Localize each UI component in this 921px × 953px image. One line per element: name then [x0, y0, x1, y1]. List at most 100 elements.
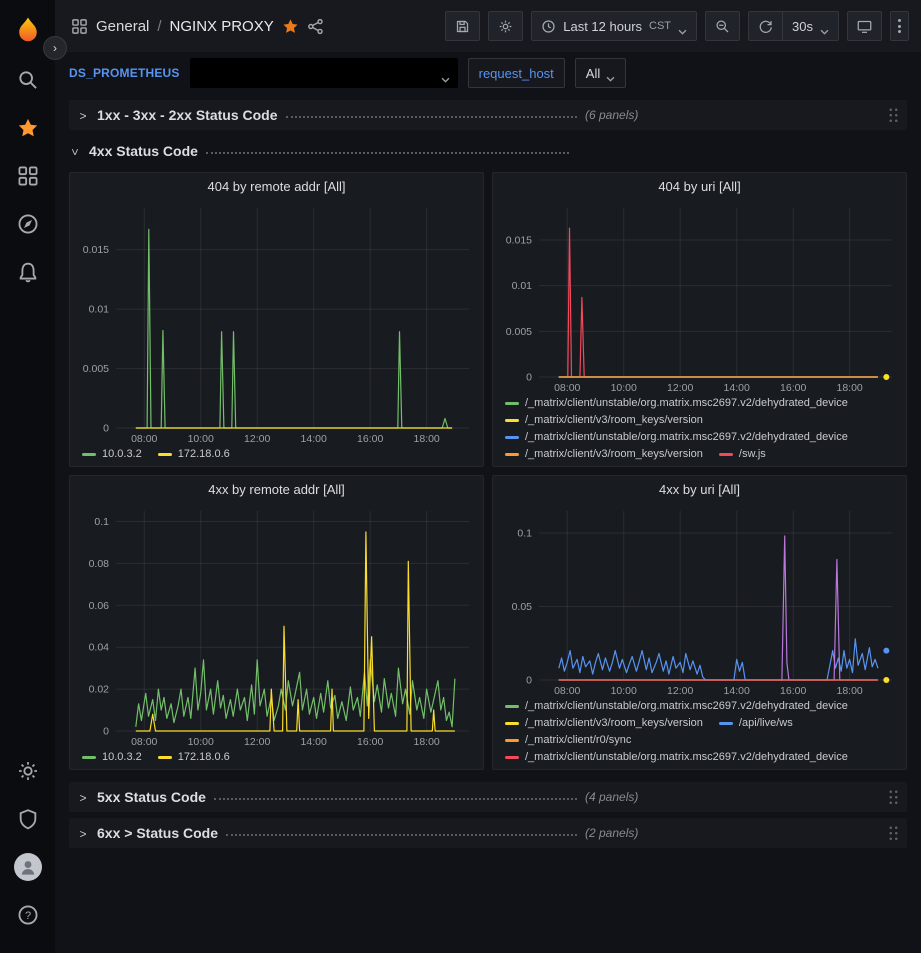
grafana-app: › — [0, 0, 921, 953]
row-panel-count: (2 panels) — [585, 826, 638, 840]
series-color-swatch — [505, 756, 519, 759]
zoom-out-button[interactable] — [705, 11, 740, 41]
svg-text:10:00: 10:00 — [611, 685, 637, 697]
panel-title[interactable]: 4xx by uri [All] — [493, 476, 906, 503]
series-color-swatch — [505, 722, 519, 725]
svg-text:0.05: 0.05 — [512, 601, 533, 613]
row-dotted-leader — [206, 152, 569, 154]
panel-title[interactable]: 404 by remote addr [All] — [70, 173, 483, 200]
panel-legend: /_matrix/client/unstable/org.matrix.msc2… — [493, 698, 906, 769]
breadcrumb-dashboard-title[interactable]: NGINX PROXY — [170, 18, 274, 35]
legend-item[interactable]: /_matrix/client/v3/room_keys/version — [505, 448, 703, 460]
legend-item[interactable]: /_matrix/client/unstable/org.matrix.msc2… — [505, 700, 848, 712]
legend-label: /_matrix/client/unstable/org.matrix.msc2… — [525, 397, 848, 409]
save-dashboard-button[interactable] — [445, 11, 480, 41]
favorite-star-icon[interactable] — [282, 18, 299, 35]
legend-item[interactable]: 172.18.0.6 — [158, 448, 230, 460]
svg-text:0.1: 0.1 — [94, 516, 109, 528]
datasource-variable-label[interactable]: DS_PROMETHEUS — [69, 66, 180, 80]
refresh-button[interactable] — [748, 11, 782, 41]
time-series-chart[interactable]: 00.0050.010.01508:0010:0012:0014:0016:00… — [493, 200, 906, 395]
share-icon[interactable] — [307, 18, 324, 35]
series-color-swatch — [158, 756, 172, 759]
legend-label: 172.18.0.6 — [178, 751, 230, 763]
legend-item[interactable]: 10.0.3.2 — [82, 448, 142, 460]
more-options-kebab-icon[interactable] — [890, 11, 909, 41]
legend-item[interactable]: /_matrix/client/v3/room_keys/version — [505, 717, 703, 729]
chart-svg: 00.0050.010.01508:0010:0012:0014:0016:00… — [493, 200, 906, 395]
starred-dashboards-icon[interactable] — [0, 104, 55, 152]
legend-item[interactable]: /sw.js — [719, 448, 766, 460]
legend-label: 10.0.3.2 — [102, 751, 142, 763]
chevron-down-icon — [678, 23, 687, 29]
series-color-swatch — [505, 453, 519, 456]
datasource-select[interactable] — [190, 58, 458, 88]
time-range-picker[interactable]: Last 12 hours CST — [531, 11, 697, 41]
panel-title[interactable]: 4xx by remote addr [All] — [70, 476, 483, 503]
legend-item[interactable]: /_matrix/client/v3/room_keys/version — [505, 414, 703, 426]
svg-text:08:00: 08:00 — [554, 382, 580, 394]
zoom-out-icon — [715, 19, 730, 34]
dashboard-settings-button[interactable] — [488, 11, 523, 41]
legend-item[interactable]: /_matrix/client/unstable/org.matrix.msc2… — [505, 397, 848, 409]
series-color-swatch — [719, 722, 733, 725]
series-color-swatch — [505, 419, 519, 422]
legend-label: /_matrix/client/v3/room_keys/version — [525, 414, 703, 426]
chart-svg: 00.050.108:0010:0012:0014:0016:0018:00 — [493, 503, 906, 698]
explore-compass-icon[interactable] — [0, 200, 55, 248]
time-series-chart[interactable]: 00.0050.010.01508:0010:0012:0014:0016:00… — [70, 200, 483, 446]
dashboards-icon[interactable] — [0, 152, 55, 200]
legend-label: /_matrix/client/unstable/org.matrix.msc2… — [525, 700, 848, 712]
legend-item[interactable]: /_matrix/client/r0/sync — [505, 734, 631, 746]
time-series-chart[interactable]: 00.020.040.060.080.108:0010:0012:0014:00… — [70, 503, 483, 749]
breadcrumb-folder[interactable]: General — [96, 18, 149, 35]
breadcrumb-separator: / — [157, 18, 161, 35]
svg-text:0.1: 0.1 — [517, 528, 532, 540]
tv-mode-button[interactable] — [847, 11, 882, 41]
legend-item[interactable]: 10.0.3.2 — [82, 751, 142, 763]
variable-label-text: request_host — [479, 66, 554, 81]
svg-text:0.08: 0.08 — [89, 558, 110, 570]
svg-text:0: 0 — [526, 372, 532, 384]
svg-text:0: 0 — [526, 675, 532, 687]
time-series-chart[interactable]: 00.050.108:0010:0012:0014:0016:0018:00 — [493, 503, 906, 698]
svg-text:18:00: 18:00 — [836, 685, 862, 697]
svg-text:0.01: 0.01 — [512, 280, 533, 292]
row-6xx[interactable]: > 6xx > Status Code (2 panels) — [69, 818, 907, 848]
svg-text:12:00: 12:00 — [244, 736, 270, 748]
row-title: 6xx > Status Code — [97, 825, 218, 841]
request-host-variable-select[interactable]: All — [575, 58, 626, 88]
row-drag-handle-icon[interactable] — [888, 789, 899, 806]
legend-item[interactable]: /_matrix/client/unstable/org.matrix.msc2… — [505, 431, 848, 443]
refresh-icon — [758, 19, 773, 34]
refresh-interval-dropdown[interactable]: 30s — [782, 11, 839, 41]
panel-title[interactable]: 404 by uri [All] — [493, 173, 906, 200]
svg-text:10:00: 10:00 — [611, 382, 637, 394]
help-icon[interactable]: ? — [0, 891, 55, 939]
series-color-swatch — [505, 402, 519, 405]
svg-text:0.06: 0.06 — [89, 600, 110, 612]
legend-item[interactable]: /api/live/ws — [719, 717, 793, 729]
legend-item[interactable]: /_matrix/client/unstable/org.matrix.msc2… — [505, 751, 848, 763]
legend-label: /api/live/ws — [739, 717, 793, 729]
legend-item[interactable]: 172.18.0.6 — [158, 751, 230, 763]
sidebar-expand-arrow-icon[interactable]: › — [43, 36, 67, 60]
svg-text:0.015: 0.015 — [506, 234, 532, 246]
row-4xx[interactable]: > 4xx Status Code — [69, 136, 907, 166]
chevron-down-icon — [441, 70, 450, 76]
row-title: 4xx Status Code — [89, 143, 198, 159]
search-icon[interactable] — [0, 56, 55, 104]
row-5xx[interactable]: > 5xx Status Code (4 panels) — [69, 782, 907, 812]
row-1xx-3xx-2xx[interactable]: > 1xx - 3xx - 2xx Status Code (6 panels) — [69, 100, 907, 130]
row-drag-handle-icon[interactable] — [888, 107, 899, 124]
server-admin-shield-icon[interactable] — [0, 795, 55, 843]
panel-404-by-remote-addr: 404 by remote addr [All] 00.0050.010.015… — [69, 172, 484, 467]
request-host-variable-label[interactable]: request_host — [468, 58, 565, 88]
svg-text:14:00: 14:00 — [301, 433, 327, 445]
save-icon — [455, 19, 470, 34]
user-avatar[interactable] — [0, 843, 55, 891]
row-drag-handle-icon[interactable] — [888, 825, 899, 842]
svg-text:12:00: 12:00 — [667, 685, 693, 697]
alerting-bell-icon[interactable] — [0, 248, 55, 296]
configuration-gear-icon[interactable] — [0, 747, 55, 795]
